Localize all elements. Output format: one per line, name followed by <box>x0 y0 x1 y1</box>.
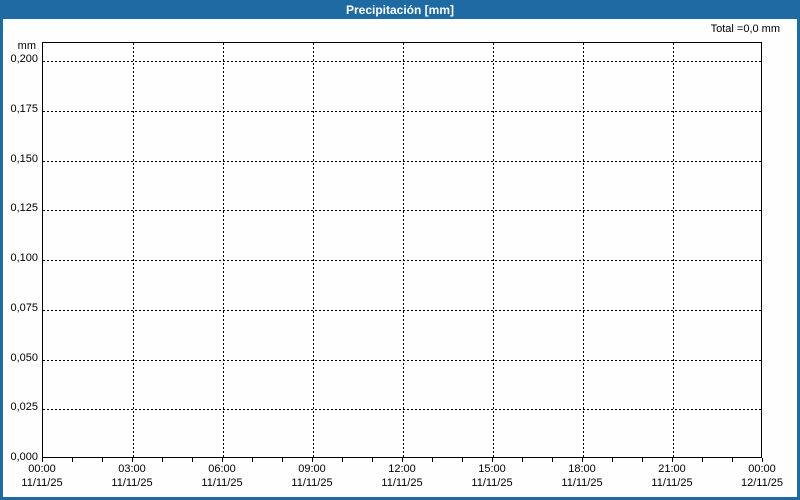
y-axis-tick-label: 0,150 <box>10 152 38 165</box>
x-axis-tick-label: 12:00 11/11/25 <box>362 462 442 490</box>
y-axis-tick-label: 0,025 <box>10 401 38 414</box>
x-tick-date: 11/11/25 <box>561 477 603 489</box>
vertical-gridline <box>403 43 404 457</box>
x-tick-date: 12/11/25 <box>740 477 783 489</box>
x-tick-date: 11/11/25 <box>291 477 333 489</box>
y-axis-tick-label: 0,200 <box>10 53 38 65</box>
horizontal-gridline <box>43 260 761 261</box>
y-axis-tick-label: 0,125 <box>10 202 38 215</box>
x-tick-time: 00:00 <box>748 463 776 475</box>
vertical-gridline <box>223 43 224 457</box>
x-axis-tick-label: 18:00 11/11/25 <box>542 462 622 490</box>
x-axis-tick-label: 00:00 11/11/25 <box>2 462 82 490</box>
x-axis-tick-label: 09:00 11/11/25 <box>272 462 352 490</box>
y-axis-tick-label: 0,075 <box>10 301 38 314</box>
x-axis-tick-label: 06:00 11/11/25 <box>182 462 262 490</box>
total-annotation: Total =0,0 mm <box>710 23 780 35</box>
vertical-gridline <box>673 43 674 457</box>
x-tick-time: 15:00 <box>478 463 506 475</box>
y-axis-tick-label: 0,175 <box>10 102 38 115</box>
x-tick-time: 06:00 <box>208 463 236 475</box>
vertical-gridline <box>313 43 314 457</box>
vertical-gridline <box>493 43 494 457</box>
vertical-gridline <box>133 43 134 457</box>
plot-area <box>42 42 762 458</box>
x-axis-tick-label: 03:00 11/11/25 <box>92 462 172 490</box>
x-axis-tick-label: 15:00 11/11/25 <box>452 462 532 490</box>
x-tick-time: 18:00 <box>568 463 596 475</box>
x-tick-date: 11/11/25 <box>651 477 693 489</box>
horizontal-gridline <box>43 309 761 311</box>
x-tick-time: 00:00 <box>28 463 56 475</box>
x-tick-date: 11/11/25 <box>201 477 243 489</box>
horizontal-gridline <box>43 409 761 411</box>
x-axis-tick-label: 00:00 12/11/25 <box>722 462 800 490</box>
x-tick-time: 12:00 <box>388 463 416 475</box>
x-tick-time: 03:00 <box>118 463 146 475</box>
vertical-gridline <box>583 43 584 457</box>
x-tick-date: 11/11/25 <box>111 477 153 489</box>
x-tick-date: 11/11/25 <box>21 477 63 489</box>
horizontal-gridline <box>43 359 761 361</box>
y-axis-tick-label: 0,050 <box>10 351 38 364</box>
chart-title: Precipitación [mm] <box>345 2 455 17</box>
x-tick-time: 09:00 <box>298 463 326 475</box>
chart-title-bar: Precipitación [mm] <box>0 0 800 19</box>
horizontal-gridline <box>43 160 761 162</box>
y-axis-unit-label: mm <box>17 40 36 52</box>
x-tick-date: 11/11/25 <box>381 477 423 489</box>
x-tick-time: 21:00 <box>658 463 686 475</box>
chart-window: Precipitación [mm] Total =0,0 mm mm 0,20… <box>0 0 800 500</box>
x-axis-tick-label: 21:00 11/11/25 <box>632 462 712 490</box>
horizontal-gridline <box>43 110 761 112</box>
horizontal-gridline <box>43 210 761 212</box>
horizontal-gridline <box>43 61 761 62</box>
y-axis-tick-label: 0,100 <box>10 252 38 264</box>
x-tick-date: 11/11/25 <box>471 477 513 489</box>
